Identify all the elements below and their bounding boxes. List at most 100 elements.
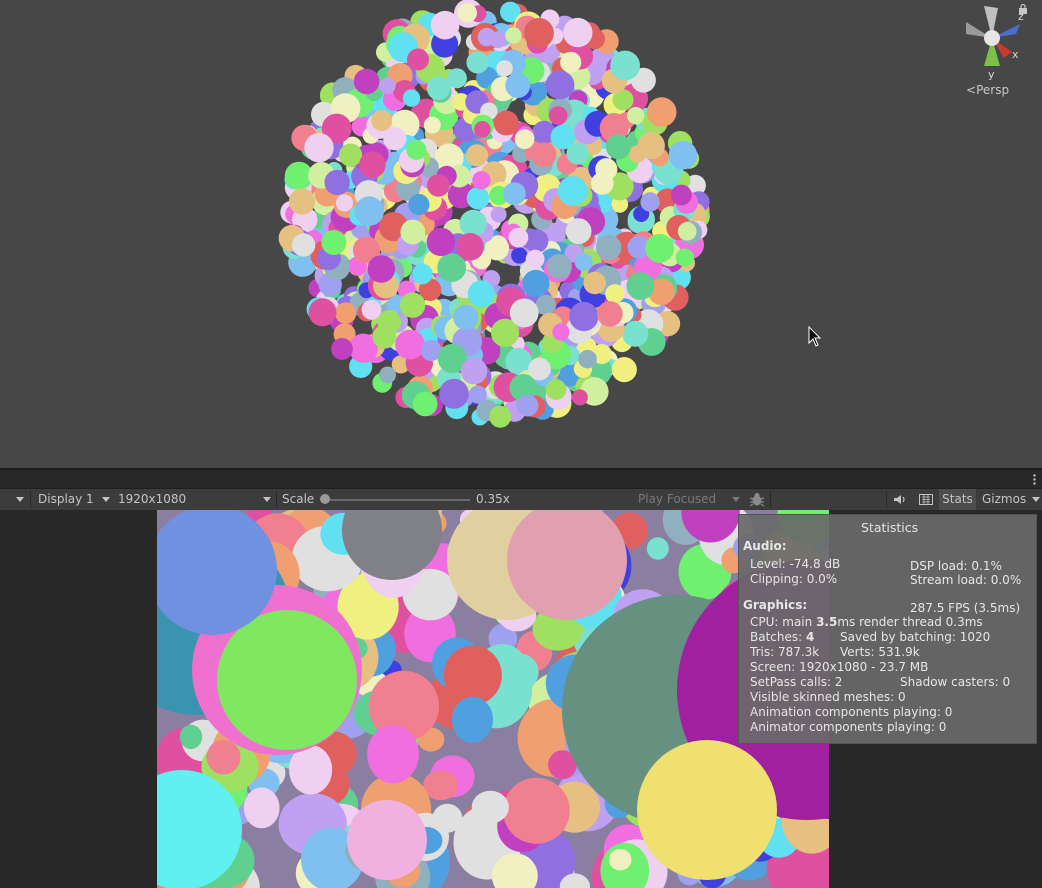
stats-batches-prefix: Batches: (750, 630, 806, 644)
scene-sphere (406, 139, 427, 160)
bug-icon[interactable] (749, 492, 765, 507)
scene-sphere (459, 209, 487, 237)
stats-setpass: SetPass calls: 2 (750, 675, 843, 689)
stats-saved-batching: Saved by batching: 1020 (840, 630, 991, 644)
scene-sphere (359, 151, 386, 179)
gizmo-x-label: x (1012, 48, 1019, 61)
scene-sphere (610, 50, 640, 81)
scene-sphere (516, 394, 539, 417)
stats-clipping: Clipping: 0.0% (750, 572, 838, 586)
scene-sphere (407, 48, 429, 71)
scene-sphere (528, 357, 551, 381)
scene-sphere (574, 253, 593, 272)
scene-sphere (522, 269, 550, 297)
scene-sphere (622, 320, 649, 347)
game-render-viewport[interactable] (157, 510, 829, 888)
game-sphere (471, 790, 509, 824)
scene-sphere (548, 106, 568, 125)
resolution-label: 1920x1080 (118, 492, 187, 506)
scene-sphere (675, 248, 694, 267)
stats-visible-skinned: Visible skinned meshes: 0 (750, 690, 906, 704)
scene-sphere (423, 116, 441, 134)
stats-animator-components: Animator components playing: 0 (750, 720, 947, 734)
gizmos-chevron-down-icon (1032, 497, 1040, 502)
scene-sphere (339, 143, 363, 167)
game-sphere-near (347, 800, 427, 880)
scene-sphere (571, 389, 588, 406)
resolution-chevron-down-icon (263, 497, 271, 502)
scale-slider-thumb[interactable] (320, 494, 330, 504)
scene-sphere (611, 357, 637, 383)
scene-view[interactable]: y x z <Persp (0, 0, 1042, 468)
scale-slider-track[interactable] (325, 499, 470, 501)
scene-sphere (490, 206, 507, 223)
more-options-icon[interactable] (1033, 474, 1036, 485)
stats-cpu-main: 3.5 (816, 615, 838, 629)
scene-sphere (291, 233, 316, 257)
stats-title: Statistics (861, 520, 919, 535)
lock-icon[interactable] (1018, 4, 1028, 14)
scale-value: 0.35x (476, 492, 510, 506)
scene-sphere (324, 169, 350, 196)
scene-sphere (627, 107, 645, 125)
scene-sphere (605, 284, 625, 304)
toolbar-separator (276, 491, 277, 508)
scene-sphere (583, 271, 606, 295)
scene-sphere (331, 338, 353, 360)
scene-sphere (531, 142, 557, 167)
scene-sphere (446, 68, 467, 89)
game-sphere (367, 724, 419, 784)
game-sphere (206, 740, 241, 775)
scene-sphere (456, 232, 485, 261)
scene-sphere (379, 366, 396, 384)
persp-label[interactable]: <Persp (966, 83, 1009, 97)
stats-graphics-header: Graphics: (743, 598, 808, 612)
scene-sphere (569, 301, 599, 332)
stats-screen: Screen: 1920x1080 - 23.7 MB (750, 660, 929, 674)
scale-label: Scale (282, 492, 315, 506)
scene-sphere (334, 302, 357, 324)
stats-toggle-button[interactable]: Stats (939, 489, 976, 510)
game-sphere (503, 777, 570, 844)
mute-audio-icon[interactable] (893, 494, 906, 505)
scene-sphere (514, 129, 535, 150)
game-sphere-near (217, 610, 357, 750)
keyboard-shortcuts-icon[interactable] (919, 494, 933, 505)
scene-sphere (509, 298, 539, 328)
scene-sphere (505, 27, 522, 44)
game-sphere (451, 696, 494, 743)
game-tab-bar (0, 470, 1042, 489)
scene-sphere (472, 171, 491, 190)
scene-sphere (467, 280, 495, 308)
scene-sphere (525, 249, 545, 269)
scene-sphere (547, 254, 572, 279)
resolution-dropdown[interactable]: 1920x1080 (118, 489, 273, 510)
play-mode-dropdown[interactable]: Play Focused (638, 489, 743, 510)
scene-sphere (503, 182, 526, 206)
game-sphere (423, 770, 458, 801)
game-sphere (443, 645, 502, 705)
display-dropdown[interactable]: Display 1 (38, 489, 113, 510)
scene-sphere (640, 192, 660, 212)
scene-sphere (304, 133, 334, 163)
game-sphere (432, 803, 463, 833)
scene-sphere (668, 140, 698, 170)
scene-sphere (353, 68, 380, 95)
stats-dsp-load: DSP load: 0.1% (910, 559, 1002, 573)
scene-sphere (371, 109, 393, 131)
scene-sphere (508, 227, 529, 248)
scene-sphere (626, 272, 655, 300)
gizmos-dropdown[interactable]: Gizmos (982, 489, 1042, 510)
scene-sphere (590, 172, 614, 195)
gizmo-y-label: y (988, 68, 995, 81)
scene-sphere (595, 234, 622, 261)
game-sphere (243, 787, 280, 829)
gizmos-label: Gizmos (982, 492, 1027, 506)
scene-sphere (489, 405, 512, 428)
game-view-toolbar: Display 1 1920x1080 Scale 0.35x Play Foc… (0, 489, 1042, 511)
scene-sphere (321, 230, 347, 255)
scene-sphere (645, 233, 674, 263)
game-dropdown-chevron-icon[interactable] (16, 497, 24, 502)
scene-sphere (578, 349, 597, 369)
display-chevron-down-icon (102, 497, 110, 502)
